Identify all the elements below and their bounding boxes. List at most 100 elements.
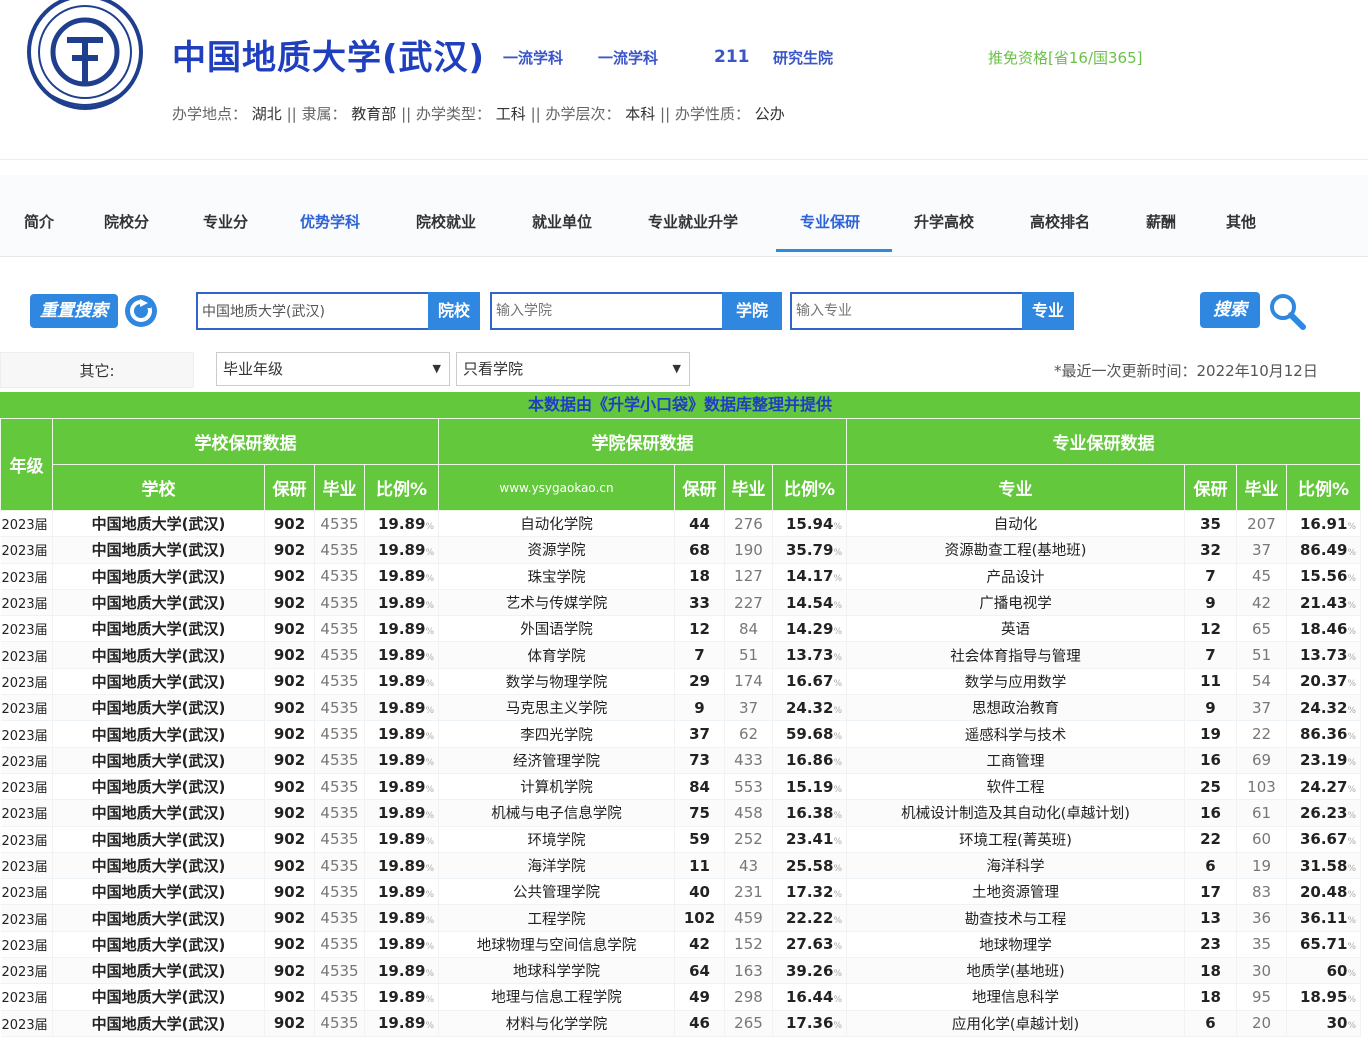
row-college-graduate: 43 [724,852,773,880]
tab-major-score[interactable]: 专业分 [203,211,248,232]
tab-major-recommendation[interactable]: 专业保研 [800,211,860,232]
graduation-year-select[interactable]: 毕业年级 ▼ [216,352,450,386]
college-only-select[interactable]: 只看学院 ▼ [456,352,690,386]
row-school-graduate-value: 4535 [320,803,359,822]
row-school-graduate: 4535 [314,536,365,564]
table-row[interactable]: 2023届 中国地质大学(武汉) 902 4535 19.89% 地球科学学院 64 163 3… [0,957,1361,985]
table-row[interactable]: 2023届 中国地质大学(武汉) 902 4535 19.89% 环境学院 59 252 23.… [0,826,1361,853]
active-tab-indicator [776,249,892,252]
row-college-ratio-value: 17.32 [785,882,834,901]
col-college-graduate[interactable]: 毕业 [724,464,773,511]
col-major-recommend[interactable]: 保研 [1184,464,1237,511]
row-school-graduate: 4535 [314,852,365,880]
percent-sign: % [1347,810,1356,821]
col-major-graduate[interactable]: 毕业 [1236,464,1287,511]
table-row[interactable]: 2023届 中国地质大学(武汉) 902 4535 19.89% 艺术与传媒学院 33 227… [0,589,1361,617]
row-school-recommend-value: 902 [273,935,306,954]
col-college-recommend[interactable]: 保研 [674,464,725,511]
col-college[interactable]: www.ysygaokao.cn [438,464,675,511]
row-school-recommend: 902 [264,852,315,880]
college-filter-button[interactable]: 学院 [722,292,782,330]
dropdown-arrow-icon: ▼ [432,362,441,375]
table-row[interactable]: 2023届 中国地质大学(武汉) 902 4535 19.89% 经济管理学院 73 433 1… [0,747,1361,774]
refresh-icon[interactable] [124,294,158,328]
row-major-ratio-value: 18.46 [1299,619,1348,638]
table-row[interactable]: 2023届 中国地质大学(武汉) 902 4535 19.89% 公共管理学院 40 231 1… [0,878,1361,906]
table-row[interactable]: 2023届 中国地质大学(武汉) 902 4535 19.89% 自动化学院 44 276 15… [0,510,1361,538]
table-row[interactable]: 2023届 中国地质大学(武汉) 902 4535 19.89% 地理与信息工程学院 49 2… [0,983,1361,1011]
row-major-ratio: 86.36% [1286,720,1361,748]
row-major: 资源勘查工程(基地班) [846,536,1185,564]
tag-first-class-discipline[interactable]: 一流学科 [503,47,563,68]
col-college-ratio[interactable]: 比例% [772,464,847,511]
row-year: 2023届 [0,510,53,538]
row-school-ratio: 19.89% [364,799,439,827]
col-major-ratio[interactable]: 比例% [1286,464,1361,511]
col-major[interactable]: 专业 [846,464,1185,511]
row-school-ratio-value: 19.89 [377,646,426,665]
row-college-ratio-value: 27.63 [785,935,834,954]
major-filter-button[interactable]: 专业 [1022,292,1074,330]
tag-graduate-school[interactable]: 研究生院 [773,47,833,68]
table-row[interactable]: 2023届 中国地质大学(武汉) 902 4535 19.89% 李四光学院 37 62 59.… [0,720,1361,748]
table-row[interactable]: 2023届 中国地质大学(武汉) 902 4535 19.89% 机械与电子信息学院 75 4… [0,799,1361,827]
row-school-graduate-value: 4535 [320,646,359,665]
percent-sign: % [1347,705,1356,716]
school-input[interactable] [198,294,426,328]
college-input[interactable] [492,294,720,328]
tab-school-employment[interactable]: 院校就业 [416,211,476,232]
major-input[interactable] [792,294,1020,328]
tab-intro[interactable]: 简介 [24,211,54,232]
table-row[interactable]: 2023届 中国地质大学(武汉) 902 4535 19.89% 体育学院 7 51 13.73… [0,641,1361,669]
tab-other[interactable]: 其他 [1226,211,1256,232]
tab-employers[interactable]: 就业单位 [532,211,592,232]
row-major-ratio: 20.37% [1286,668,1361,696]
row-major-recommend-value: 9 [1205,698,1216,717]
search-icon[interactable] [1266,290,1308,332]
row-college-graduate-value: 298 [734,987,763,1006]
school-filter-button[interactable]: 院校 [428,292,480,330]
row-major-recommend: 19 [1184,720,1237,748]
table-row[interactable]: 2023届 中国地质大学(武汉) 902 4535 19.89% 计算机学院 84 553 15… [0,773,1361,801]
row-major: 数学与应用数学 [846,668,1185,696]
row-college-graduate-value: 51 [738,646,759,665]
table-row[interactable]: 2023届 中国地质大学(武汉) 902 4535 19.89% 海洋学院 11 43 25.5… [0,852,1361,880]
row-college-value: 外国语学院 [520,622,593,639]
row-major: 工商管理 [846,747,1185,774]
tab-advantage-disciplines[interactable]: 优势学科 [300,211,360,232]
table-row[interactable]: 2023届 中国地质大学(武汉) 902 4535 19.89% 资源学院 68 190 35.… [0,536,1361,564]
search-button[interactable]: 搜索 [1200,292,1260,328]
table-row[interactable]: 2023届 中国地质大学(武汉) 902 4535 19.89% 珠宝学院 18 127 14.… [0,563,1361,590]
tab-further-study[interactable]: 升学高校 [914,211,974,232]
row-school-recommend-value: 902 [273,856,306,875]
row-college-recommend-value: 12 [689,619,710,638]
tab-major-employment[interactable]: 专业就业升学 [648,211,738,232]
row-college-recommend-value: 42 [689,935,710,954]
row-college-graduate: 298 [724,983,773,1011]
percent-sign: % [1347,1021,1356,1032]
percent-sign: % [1347,758,1356,769]
col-school-recommend[interactable]: 保研 [264,464,315,511]
tab-salary[interactable]: 薪酬 [1146,211,1176,232]
row-year-value: 2023届 [1,807,48,823]
row-college-value: 李四光学院 [520,727,593,744]
table-row[interactable]: 2023届 中国地质大学(武汉) 902 4535 19.89% 工程学院 102 459 22… [0,904,1361,932]
reset-search-button[interactable]: 重置搜索 [30,294,118,328]
tab-rankings[interactable]: 高校排名 [1030,211,1090,232]
row-school-graduate-value: 4535 [320,540,359,559]
row-school-value: 中国地质大学(武汉) [91,804,226,823]
tag-211[interactable]: 211 [714,47,750,67]
tag-first-class-discipline-2[interactable]: 一流学科 [598,47,658,68]
table-row[interactable]: 2023届 中国地质大学(武汉) 902 4535 19.89% 马克思主义学院 9 37 24… [0,694,1361,722]
table-row[interactable]: 2023届 中国地质大学(武汉) 902 4535 19.89% 材料与化学学院 46 265… [0,1010,1361,1037]
percent-sign: % [1347,968,1356,979]
table-row[interactable]: 2023届 中国地质大学(武汉) 902 4535 19.89% 数学与物理学院 29 174… [0,668,1361,696]
tab-school-score[interactable]: 院校分 [104,211,149,232]
table-row[interactable]: 2023届 中国地质大学(武汉) 902 4535 19.89% 外国语学院 12 84 14.… [0,615,1361,643]
col-school[interactable]: 学校 [52,464,265,511]
col-school-graduate[interactable]: 毕业 [314,464,365,511]
row-school-recommend: 902 [264,931,315,959]
row-year-value: 2023届 [1,623,48,639]
col-school-ratio[interactable]: 比例% [364,464,439,511]
table-row[interactable]: 2023届 中国地质大学(武汉) 902 4535 19.89% 地球物理与空间信息学院 4… [0,931,1361,959]
